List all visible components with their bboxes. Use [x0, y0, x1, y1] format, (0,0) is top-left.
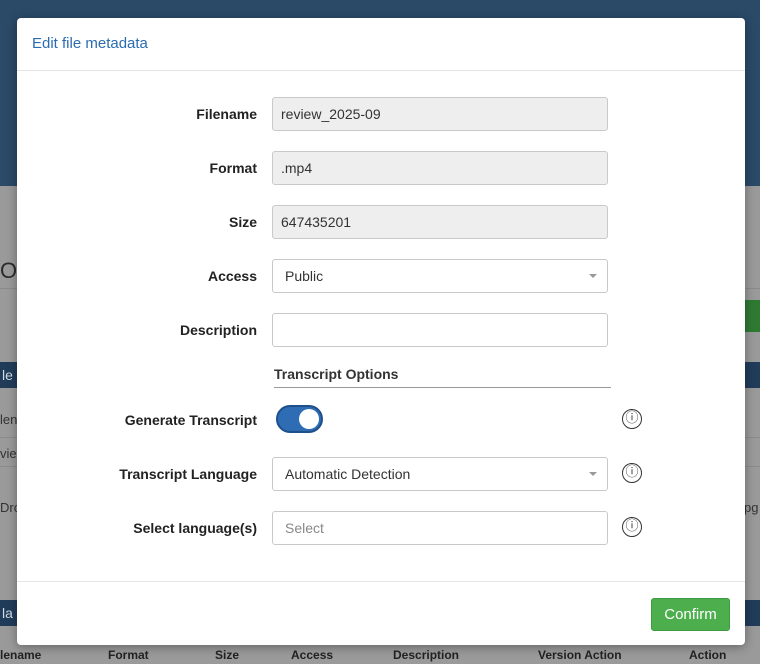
- transcript-language-label: Transcript Language: [119, 466, 257, 482]
- select-languages-label: Select language(s): [133, 520, 257, 536]
- background-table-header: lename Format Size Access Description Ve…: [0, 646, 760, 664]
- format-label: Format: [209, 160, 257, 176]
- info-icon[interactable]: ⓘ: [622, 463, 642, 483]
- select-languages-placeholder: Select: [285, 520, 324, 536]
- background-row-text: len: [0, 412, 18, 427]
- background-col-header: Access: [291, 648, 334, 662]
- description-label: Description: [179, 322, 257, 338]
- access-label: Access: [207, 268, 257, 284]
- access-select[interactable]: Public: [272, 259, 608, 293]
- transcript-language-select[interactable]: Automatic Detection: [272, 457, 608, 491]
- size-label: Size: [228, 214, 257, 230]
- background-heading: O: [0, 258, 18, 283]
- background-col-header: Action: [689, 648, 727, 662]
- chevron-down-icon: [589, 472, 597, 476]
- dialog-header: Edit file metadata: [17, 18, 745, 71]
- edit-metadata-dialog: Edit file metadata Filename review_2025-…: [17, 18, 745, 645]
- transcript-language-value: Automatic Detection: [285, 466, 411, 482]
- select-languages-input[interactable]: Select: [272, 511, 608, 545]
- generate-transcript-toggle[interactable]: [276, 405, 323, 433]
- info-icon[interactable]: ⓘ: [622, 517, 642, 537]
- toggle-knob: [299, 409, 319, 429]
- background-col-header: Version Action: [538, 648, 622, 662]
- background-row-text: pg: [744, 500, 759, 515]
- info-icon[interactable]: ⓘ: [622, 409, 642, 429]
- access-select-value: Public: [285, 268, 324, 284]
- background-col-header: Size: [215, 648, 240, 662]
- background-row-text: vie: [0, 446, 17, 461]
- generate-transcript-label: Generate Transcript: [124, 412, 257, 428]
- filename-label: Filename: [196, 106, 257, 122]
- transcript-options-heading: Transcript Options: [274, 366, 611, 388]
- size-field[interactable]: 647435201: [272, 205, 608, 239]
- description-input[interactable]: [272, 313, 608, 347]
- dialog-title: Edit file metadata: [32, 35, 148, 52]
- background-col-header: Format: [108, 648, 149, 662]
- dialog-footer: Confirm: [17, 581, 745, 646]
- confirm-button[interactable]: Confirm: [651, 598, 730, 631]
- format-field[interactable]: .mp4: [272, 151, 608, 185]
- chevron-down-icon: [589, 274, 597, 278]
- background-col-header: lename: [0, 648, 42, 662]
- filename-field[interactable]: review_2025-09: [272, 97, 608, 131]
- background-col-header: Description: [393, 648, 460, 662]
